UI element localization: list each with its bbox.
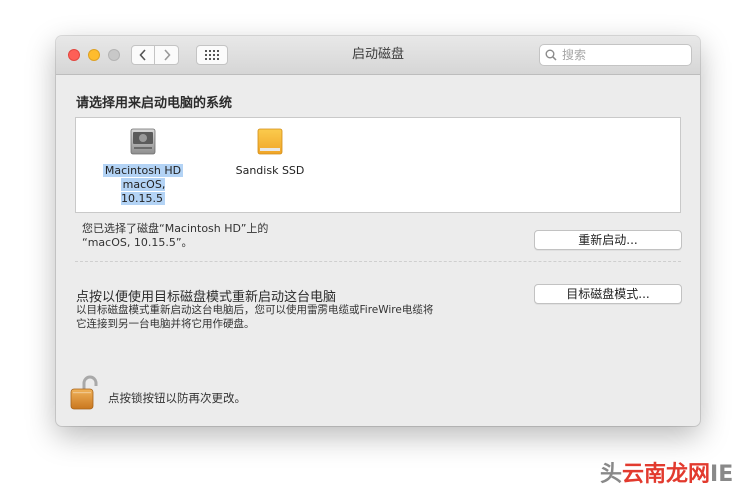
chevron-left-icon [139,49,146,61]
disk-list: Macintosh HD macOS, 10.15.5 Sandisk SSD [75,117,681,213]
chevron-right-icon [163,49,171,61]
back-button[interactable] [131,45,155,65]
internal-hard-disk-icon [130,128,156,155]
search-icon [545,49,557,61]
minimize-button[interactable] [88,49,100,61]
zoom-button[interactable] [108,49,120,61]
search-input[interactable] [560,47,684,63]
target-disk-mode-button[interactable]: 目标磁盘模式... [534,284,682,304]
external-disk-icon [257,128,283,155]
description-line: 它连接到另一台电脑并将它用作硬盘。 [76,318,255,330]
grid-icon [205,50,219,60]
target-disk-mode-description: 以目标磁盘模式重新启动这台电脑后，您可以使用雷雳电缆或FireWire电缆将 它… [76,303,433,331]
disk-name-label: Sandisk SSD [235,164,305,177]
disk-item-sandisk-ssd[interactable]: Sandisk SSD [224,126,316,178]
status-line: 您已选择了磁盘“Macintosh HD”上的 [82,222,269,235]
disk-item-macintosh-hd[interactable]: Macintosh HD macOS, 10.15.5 [97,126,189,206]
lock-open-icon[interactable] [69,375,99,411]
title-bar: 启动磁盘 [56,36,700,75]
disk-version-label: macOS, 10.15.5 [120,178,166,205]
disk-name-label: Macintosh HD [102,164,184,177]
selection-status: 您已选择了磁盘“Macintosh HD”上的 “macOS, 10.15.5”… [82,222,268,250]
search-field[interactable] [539,44,692,66]
watermark: 头云南龙网IE [600,462,734,487]
description-line: 以目标磁盘模式重新启动这台电脑后，您可以使用雷雳电缆或FireWire电缆将 [76,304,434,316]
section-divider [75,261,681,262]
forward-button[interactable] [155,45,179,65]
lock-hint: 点按锁按钮以防再次更改。 [108,391,246,405]
restart-button[interactable]: 重新启动... [534,230,682,250]
show-all-button[interactable] [196,45,228,65]
close-button[interactable] [68,49,80,61]
status-line: “macOS, 10.15.5”。 [82,236,193,249]
startup-disk-window: 启动磁盘 请选择用来启动电脑的系统 Macintos [56,36,700,426]
section-heading: 请选择用来启动电脑的系统 [76,96,233,111]
